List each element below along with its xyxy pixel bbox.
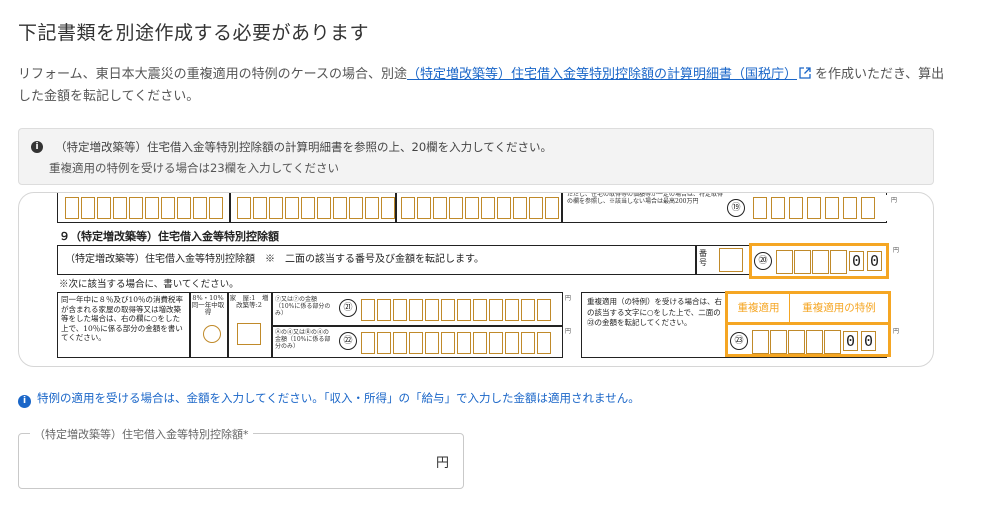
circle-23: ㉓ (730, 332, 748, 350)
zero-4: 0 (861, 331, 876, 351)
sub-note: ※次に該当する場合に、書いてください。 (59, 279, 239, 290)
info-icon: i (31, 141, 43, 153)
external-link-icon[interactable] (799, 67, 811, 79)
deduction-amount-input[interactable] (27, 452, 427, 472)
hint-row: i 特例の適用を受ける場合は、金額を入力してください。「収入・所得」の「給与」で入… (18, 390, 640, 408)
rate-circle (203, 325, 221, 343)
bango-label: 番号 (699, 249, 707, 267)
yen-22: 円 (565, 328, 572, 335)
option-juufuku: 重複適用 (728, 294, 790, 322)
notice-line-2: 重複適用の特例を受ける場合は23欄を入力してください (49, 161, 339, 175)
right-block-text: 重複適用（の特例）を受ける場合は、右の該当する文字に○をした上で、二面の㉓の金額… (587, 297, 722, 327)
top-note: ただし、住宅の取得等の価額等が一定の場合は、特定取得の欄を参照し、※該当しない場… (567, 192, 724, 205)
deduction-field-label: （特定増改築等）住宅借入金等特別控除額* (30, 426, 253, 442)
top-cells-3 (401, 195, 561, 221)
top-cells-2 (237, 195, 397, 221)
description-text-1: リフォーム、東日本大震災の重複適用の特例のケースの場合、別途 (18, 67, 407, 82)
kaoku-input (237, 323, 261, 345)
notice-box: i （特定増改築等）住宅借入金等特別控除額の計算明細書を参照の上、20欄を入力し… (18, 128, 934, 185)
circle-22: ㉒ (339, 332, 357, 350)
calc-sheet-link[interactable]: （特定増改築等）住宅借入金等特別控除額の計算明細書（国税庁） (407, 67, 797, 82)
section-title: ９（特定増改築等）住宅借入金等特別控除額 (59, 230, 279, 243)
row20-label: （特定増改築等）住宅借入金等特別控除額 ※ 二面の該当する番号及び金額を転記しま… (65, 254, 484, 265)
rate-head: 8%・10%同一年中取得 (191, 294, 225, 316)
tax-form-image: ただし、住宅の取得等の価額等が一定の場合は、特定取得の欄を参照し、※該当しない場… (57, 192, 900, 366)
option-juufuku-tokurei: 重複適用の特例 (802, 302, 876, 314)
description: リフォーム、東日本大震災の重複適用の特例のケースの場合、別途（特定増改築等）住宅… (18, 64, 948, 108)
kaoku-head: 家 屋:1 増改築等:2 (229, 294, 269, 309)
hint-text: 特例の適用を受ける場合は、金額を入力してください。「収入・所得」の「給与」で入力… (37, 391, 640, 405)
page-title: 下記書類を別途作成する必要があります (18, 22, 370, 44)
zero-1: 0 (849, 251, 864, 271)
row23-highlight: 重複適用 重複適用の特例 ㉓ 0 0 (725, 291, 891, 357)
yen-top: 円 (891, 197, 898, 204)
circle-19: ⑲ (727, 199, 745, 217)
top-cells-4 (753, 195, 887, 221)
top-cells-1 (65, 195, 225, 221)
bango-input (719, 248, 743, 272)
circle-20: ⑳ (754, 252, 772, 270)
yen-20: 円 (893, 247, 900, 254)
form-image-frame: ただし、住宅の取得等の価額等が一定の場合は、特定取得の欄を参照し、※該当しない場… (18, 192, 934, 367)
zero-2: 0 (867, 251, 882, 271)
yen-unit: 円 (435, 456, 449, 471)
row22-label: Ⓐの④又はⒷの④の金額（10%に係る部分のみ） (275, 329, 331, 350)
yen-21: 円 (565, 295, 572, 302)
row20-highlight: ⑳ 0 0 (749, 243, 889, 279)
zero-3: 0 (843, 331, 858, 351)
notice-line-1: （特定増改築等）住宅借入金等特別控除額の計算明細書を参照の上、20欄を入力してく… (55, 140, 552, 154)
yen-23: 円 (893, 328, 900, 335)
circle-21: ㉑ (339, 299, 357, 317)
row21-label: ⑦又は⑦の金額（10%に係る部分のみ） (275, 296, 331, 317)
info-circle-icon: i (18, 395, 31, 408)
left-block-text: 同一年中に８％及び10％の消費税率が含まれる家屋の取得等又は増改築等をした場合は… (61, 295, 184, 342)
